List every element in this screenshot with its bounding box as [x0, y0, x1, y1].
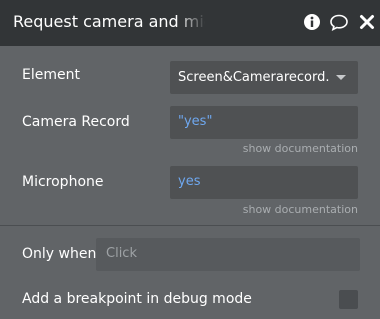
- info-icon[interactable]: [302, 12, 322, 32]
- only-when-input[interactable]: Click: [96, 238, 360, 271]
- camera-record-show-documentation-link[interactable]: show documentation: [243, 142, 358, 155]
- chevron-down-icon: [336, 75, 346, 80]
- element-dropdown[interactable]: Screen&Camerarecord...: [170, 61, 358, 94]
- section-divider: [0, 225, 380, 226]
- comment-icon[interactable]: [329, 12, 349, 32]
- action-panel: Request camera and microphone Element Sc…: [0, 0, 380, 319]
- microphone-label: Microphone: [22, 174, 104, 190]
- microphone-show-documentation-link[interactable]: show documentation: [243, 203, 358, 216]
- panel-header: Request camera and microphone: [0, 0, 380, 46]
- element-dropdown-value: Screen&Camerarecord...: [178, 70, 330, 85]
- camera-record-label: Camera Record: [22, 114, 130, 130]
- only-when-placeholder: Click: [106, 246, 137, 261]
- camera-record-input[interactable]: "yes": [170, 106, 358, 139]
- microphone-input[interactable]: yes: [170, 166, 358, 199]
- element-label: Element: [22, 67, 80, 83]
- title-fade: [176, 8, 206, 36]
- only-when-label: Only when: [22, 246, 97, 262]
- breakpoint-checkbox[interactable]: [339, 290, 358, 309]
- breakpoint-label: Add a breakpoint in debug mode: [22, 291, 252, 307]
- close-icon[interactable]: [357, 12, 377, 32]
